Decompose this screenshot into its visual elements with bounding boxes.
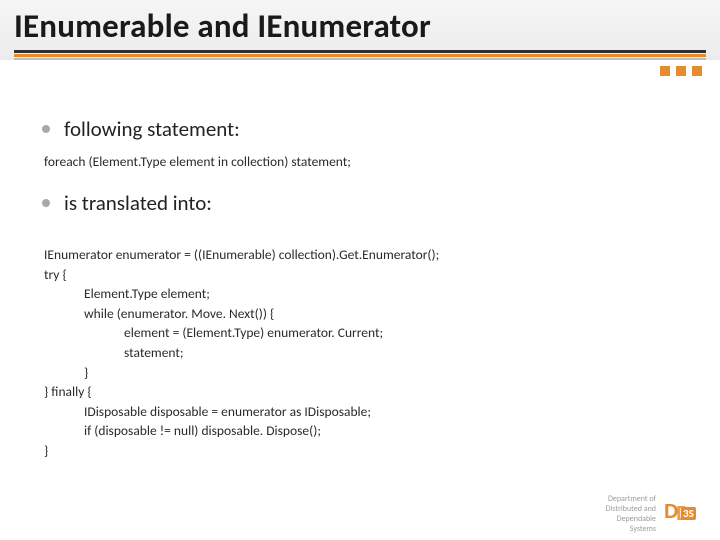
logo-3s: 3S bbox=[681, 507, 696, 520]
corner-dots bbox=[660, 66, 702, 76]
dot-icon bbox=[660, 66, 670, 76]
slide-title: IEnumerable and IEnumerator bbox=[14, 6, 706, 46]
code-line: IEnumerator enumerator = ((IEnumerable) … bbox=[44, 246, 439, 263]
slide: IEnumerable and IEnumerator following st… bbox=[0, 0, 720, 540]
bullet-icon bbox=[42, 125, 50, 133]
slide-body: following statement: foreach (Element.Ty… bbox=[0, 60, 720, 460]
footer-line: Dependable bbox=[606, 514, 656, 524]
code-line: try { bbox=[44, 266, 67, 283]
code-line: } finally { bbox=[44, 383, 92, 400]
code-line: statement; bbox=[44, 344, 184, 361]
code-block-expanded: IEnumerator enumerator = ((IEnumerable) … bbox=[44, 226, 678, 461]
bullet-icon bbox=[42, 199, 50, 207]
code-line: Element.Type element; bbox=[44, 285, 210, 302]
bullet-text: is translated into: bbox=[64, 190, 212, 216]
code-line: } bbox=[44, 442, 48, 459]
footer: Department of Distributed and Dependable… bbox=[606, 494, 710, 534]
dot-icon bbox=[692, 66, 702, 76]
rule-dark bbox=[14, 50, 706, 53]
code-line: if (disposable != null) disposable. Disp… bbox=[44, 422, 321, 439]
dot-icon bbox=[676, 66, 686, 76]
bullet-item: following statement: bbox=[42, 116, 678, 142]
footer-line: Department of bbox=[606, 494, 656, 504]
bullet-text: following statement: bbox=[64, 116, 240, 142]
footer-line: Systems bbox=[606, 524, 656, 534]
code-line: IDisposable disposable = enumerator as I… bbox=[44, 403, 371, 420]
footer-dept-text: Department of Distributed and Dependable… bbox=[606, 494, 656, 534]
footer-line: Distributed and bbox=[606, 504, 656, 514]
code-block-foreach: foreach (Element.Type element in collect… bbox=[44, 152, 678, 172]
code-line: while (enumerator. Move. Next()) { bbox=[44, 305, 274, 322]
code-line: element = (Element.Type) enumerator. Cur… bbox=[44, 324, 383, 341]
d3s-logo-icon: D D 3S bbox=[664, 501, 710, 527]
title-area: IEnumerable and IEnumerator bbox=[0, 0, 720, 60]
bullet-item: is translated into: bbox=[42, 190, 678, 216]
code-line: } bbox=[44, 364, 88, 381]
title-underline bbox=[14, 50, 706, 60]
rule-orange bbox=[14, 54, 706, 57]
